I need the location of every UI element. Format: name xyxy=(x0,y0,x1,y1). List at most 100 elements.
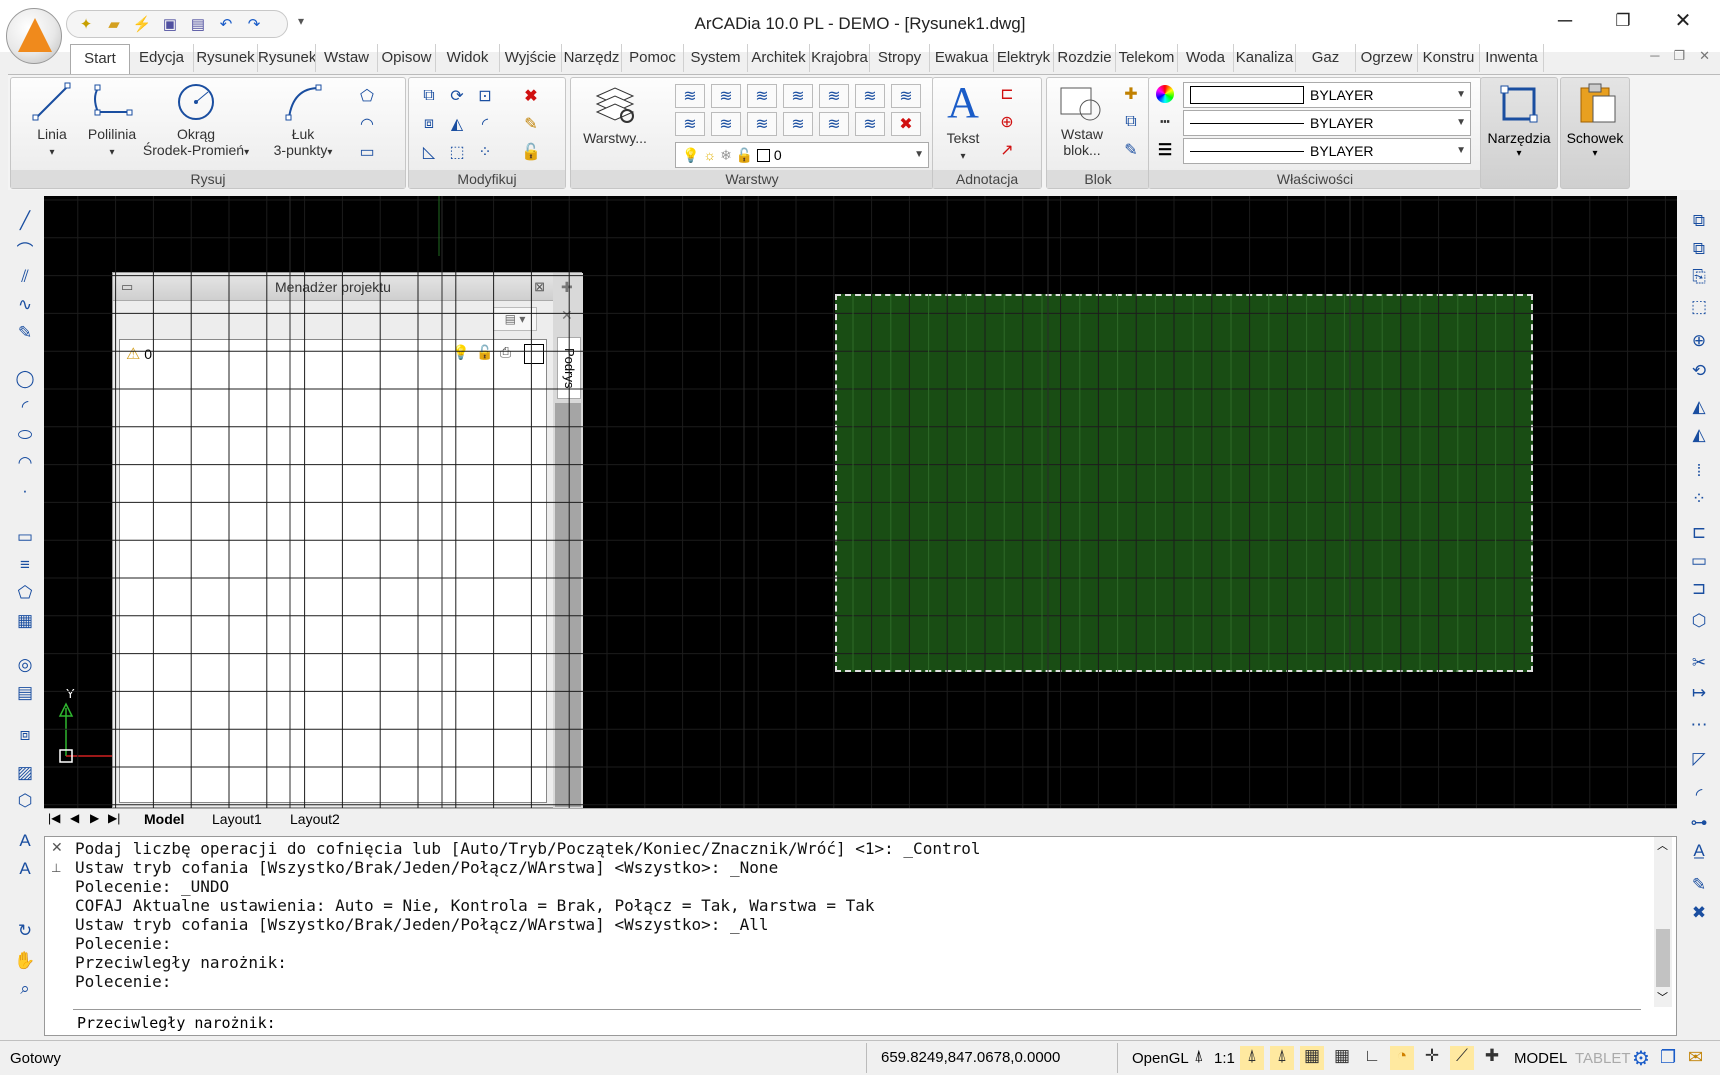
layer-prev-icon[interactable]: ≋ xyxy=(711,84,741,108)
command-scrollbar[interactable]: ︿ ﹀ xyxy=(1654,837,1672,1007)
array-tool-icon[interactable]: ⬚ xyxy=(1686,294,1712,320)
mirror-copy-icon[interactable]: ◭ xyxy=(1686,422,1712,448)
tab-0[interactable]: Start xyxy=(70,44,130,74)
object-tracking-icon[interactable]: ⟋ xyxy=(1450,1046,1474,1070)
erase-icon[interactable]: ✖ xyxy=(519,84,543,108)
tekst-button[interactable]: A Tekst ▾ xyxy=(937,80,989,165)
block-attribute-icon[interactable]: ✎ xyxy=(1119,138,1143,162)
lineweight-toggle-icon[interactable]: ✚ xyxy=(1480,1046,1504,1070)
polar-snap-icon[interactable]: ⍋ xyxy=(1270,1046,1294,1070)
scale-icon[interactable]: ⊡ xyxy=(473,84,497,108)
offset-icon[interactable]: ⎘ xyxy=(1686,264,1712,290)
lock-icon[interactable]: 🔓 xyxy=(519,140,543,164)
center-mark-icon[interactable]: ⊕ xyxy=(995,110,1019,134)
grid-snap-icon[interactable]: ▦ xyxy=(1300,1046,1324,1070)
move-tool-icon[interactable]: ⊕ xyxy=(1686,328,1712,354)
tab-10[interactable]: System xyxy=(684,44,748,72)
annotation-scale-icon[interactable]: ⍋ xyxy=(1194,1048,1204,1066)
mtext-tool-icon[interactable]: A xyxy=(12,856,38,882)
coordinates-readout[interactable]: 659.8249,847.0678,0.0000 xyxy=(866,1043,1118,1073)
workspace-icon[interactable]: ❐ xyxy=(1660,1047,1676,1068)
copy-multiple-icon[interactable]: ⧉ xyxy=(1686,236,1712,262)
arc-tool-icon[interactable]: ◜ xyxy=(12,394,38,420)
boundary-tool-icon[interactable]: ⬡ xyxy=(12,788,38,814)
tab-23[interactable]: Inwenta xyxy=(1480,44,1544,72)
layer-state-icon[interactable]: ≋ xyxy=(675,84,705,108)
model-toggle[interactable]: MODEL xyxy=(1514,1050,1567,1067)
layer-isolate-icon[interactable]: ≋ xyxy=(747,84,777,108)
layer-walk-icon[interactable]: ≋ xyxy=(747,112,777,136)
break-icon[interactable]: ⋯ xyxy=(1686,712,1712,738)
scale-tool-icon[interactable]: ▭ xyxy=(1686,548,1712,574)
prev-tab-icon[interactable]: ◀ xyxy=(70,811,79,825)
ellipse-arc-tool-icon[interactable]: ◠ xyxy=(12,450,38,476)
mirror-icon[interactable]: ◭ xyxy=(445,112,469,136)
scale-label[interactable]: 1:1 xyxy=(1214,1050,1235,1067)
leader-icon[interactable]: ↗ xyxy=(995,138,1019,162)
properties-icon[interactable]: ✎ xyxy=(1686,872,1712,898)
doc-close-icon[interactable]: ✕ xyxy=(1699,48,1710,64)
stretch-tool-icon[interactable]: ⊏ xyxy=(1686,520,1712,546)
message-icon[interactable]: ✉ xyxy=(1688,1047,1703,1068)
renderer-label[interactable]: OpenGL xyxy=(1132,1050,1189,1067)
rectangle-icon[interactable]: ▭ xyxy=(355,140,379,164)
trim-icon[interactable]: ✂ xyxy=(1686,650,1712,676)
maximize-button[interactable]: ❐ xyxy=(1600,6,1646,36)
doc-minimize-icon[interactable]: ─ xyxy=(1650,48,1659,64)
fillet-icon[interactable]: ◜ xyxy=(473,112,497,136)
grid-toggle-icon[interactable]: ▦ xyxy=(1330,1046,1354,1070)
hatch-tool-icon[interactable]: ▨ xyxy=(12,760,38,786)
chevron-up-icon[interactable]: ︿ xyxy=(1657,837,1668,853)
stretch-icon[interactable]: ◺ xyxy=(417,140,441,164)
lengthen-icon[interactable]: ⊐ xyxy=(1686,576,1712,602)
fillet-tool-icon[interactable]: ◜ xyxy=(1686,782,1712,808)
layer-merge-icon[interactable]: ≋ xyxy=(783,112,813,136)
tab-21[interactable]: Ogrzew xyxy=(1356,44,1418,72)
polyline-tool-icon[interactable]: ⌒ xyxy=(12,236,38,262)
region-tool-icon[interactable]: ▦ xyxy=(12,608,38,634)
layer-on-icon[interactable]: ≋ xyxy=(819,112,849,136)
color-wheel-icon[interactable] xyxy=(1153,82,1177,106)
tab-3[interactable]: Rysunek xyxy=(258,44,316,72)
rectangle-tool-icon[interactable]: ▭ xyxy=(12,524,38,550)
tab-16[interactable]: Rozdzie xyxy=(1054,44,1116,72)
spline-tool-icon[interactable]: ∿ xyxy=(12,292,38,318)
chamfer-icon[interactable]: ◸ xyxy=(1686,746,1712,772)
distribute-icon[interactable]: ⁘ xyxy=(1686,486,1712,512)
tab-layout2[interactable]: Layout2 xyxy=(290,811,340,827)
circle-tool-icon[interactable]: ◯ xyxy=(12,366,38,392)
extend-icon[interactable]: ↦ xyxy=(1686,680,1712,706)
copy-icon[interactable]: ⧉ xyxy=(417,84,441,108)
copy-tool-icon[interactable]: ⧉ xyxy=(1686,208,1712,234)
layer-thaw-icon[interactable]: ≋ xyxy=(855,112,885,136)
point-tool-icon[interactable]: · xyxy=(12,478,38,504)
tab-4[interactable]: Wstaw xyxy=(316,44,378,72)
tab-2[interactable]: Rysunek xyxy=(194,44,258,72)
scroll-thumb[interactable] xyxy=(1656,929,1670,987)
match-properties-icon[interactable]: ✎ xyxy=(519,112,543,136)
tab-18[interactable]: Woda xyxy=(1178,44,1234,72)
edit-text-icon[interactable]: A̲ xyxy=(1686,838,1712,864)
regen-icon[interactable]: ↻ xyxy=(12,918,38,944)
command-input[interactable]: Przeciwległy narożnik: xyxy=(73,1009,1641,1037)
doc-restore-icon[interactable]: ❐ xyxy=(1673,48,1685,64)
tab-22[interactable]: Konstru xyxy=(1418,44,1480,72)
gear-icon[interactable]: ⚙ xyxy=(1632,1046,1650,1071)
array-icon[interactable]: ⬚ xyxy=(445,140,469,164)
drawing-canvas[interactable]: Y xyxy=(44,196,1677,808)
narzedzia-button[interactable]: Narzędzia ▾ xyxy=(1480,77,1558,189)
warstwy-button[interactable]: Warstwy... xyxy=(573,82,657,146)
dimension-icon[interactable]: ⊏ xyxy=(995,82,1019,106)
app-menu-button[interactable] xyxy=(6,8,62,64)
polygon-icon[interactable]: ⬠ xyxy=(355,84,379,108)
layer-freeze-icon[interactable]: ≋ xyxy=(855,84,885,108)
layer-change-icon[interactable]: ≋ xyxy=(711,112,741,136)
lineweight-icon[interactable]: ☰ xyxy=(1153,138,1177,162)
tab-8[interactable]: Narzędz xyxy=(562,44,622,72)
pan-icon[interactable]: ✋ xyxy=(12,948,38,974)
wstaw-blok-button[interactable]: Wstaw blok... xyxy=(1051,82,1113,158)
ellipse-arc-icon[interactable]: ◠ xyxy=(355,112,379,136)
align-icon[interactable]: ⁞ xyxy=(1686,458,1712,484)
rotate-icon[interactable]: ⟳ xyxy=(445,84,469,108)
edit-block-icon[interactable]: ⧉ xyxy=(1119,110,1143,134)
